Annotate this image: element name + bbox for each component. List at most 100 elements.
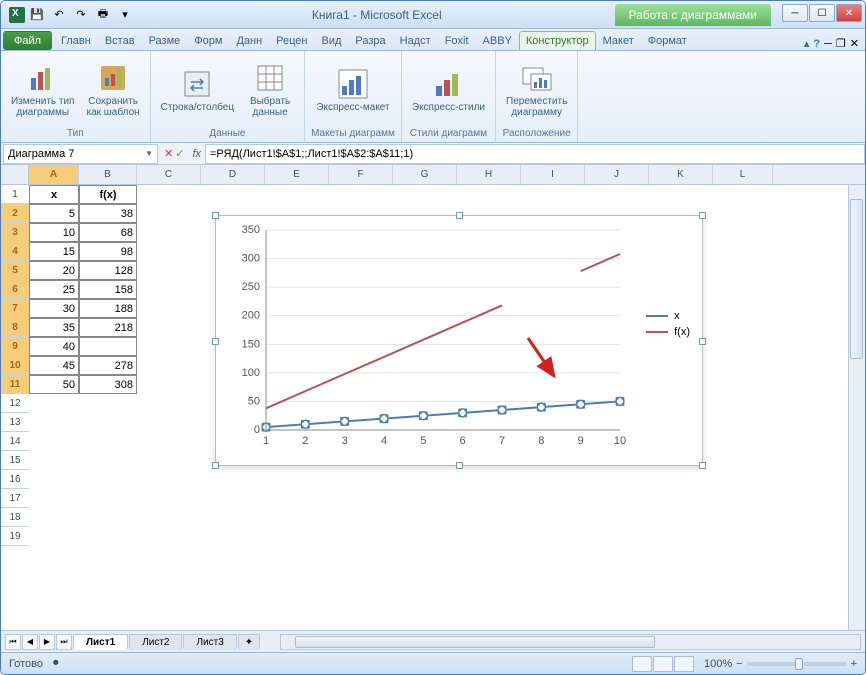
save-template-button[interactable]: Сохранить как шаблон [82,60,143,120]
vscroll-thumb[interactable] [850,199,863,359]
legend-item-x[interactable]: x [646,310,690,322]
cell-A11[interactable]: 50 [29,375,79,394]
tab-addins[interactable]: Надст [393,31,438,50]
col-header-B[interactable]: B [79,165,137,184]
sheet-nav-prev[interactable]: ◀ [22,634,38,650]
cell-A7[interactable]: 30 [29,299,79,318]
enter-icon[interactable]: ✓ [175,147,184,160]
tab-view[interactable]: Вид [315,31,349,50]
fx-icon[interactable]: fx [188,148,205,160]
tab-home[interactable]: Главн [54,31,98,50]
cell-A6[interactable]: 25 [29,280,79,299]
excel-icon[interactable] [9,7,25,23]
row-header-10[interactable]: 10 [1,356,29,375]
col-header-A[interactable]: A [29,165,79,184]
close-button[interactable]: ✕ [836,4,862,22]
tab-data[interactable]: Данн [229,31,269,50]
qat-dropdown-icon[interactable]: ▾ [115,5,135,25]
sheet-nav-last[interactable]: ⏭ [56,634,72,650]
cell-B4[interactable]: 98 [79,242,137,261]
cell-A10[interactable]: 45 [29,356,79,375]
tab-abbyy[interactable]: ABBY [476,31,519,50]
row-header-12[interactable]: 12 [1,394,29,413]
chart-object[interactable]: 05010015020025030035012345678910 x f(x) [215,215,703,466]
minimize-ribbon-icon[interactable]: ▴ [804,37,810,50]
row-header-19[interactable]: 19 [1,527,29,546]
cell-A2[interactable]: 5 [29,204,79,223]
sheet-nav-first[interactable]: ⏮ [5,634,21,650]
switch-row-col-button[interactable]: Строка/столбец [157,66,238,115]
row-header-7[interactable]: 7 [1,299,29,318]
doc-restore-icon[interactable]: ❐ [836,37,846,50]
cell-B7[interactable]: 188 [79,299,137,318]
cell-B9[interactable] [79,337,137,356]
tab-insert[interactable]: Встав [98,31,142,50]
cell-B2[interactable]: 38 [79,204,137,223]
col-header-G[interactable]: G [393,165,457,184]
doc-minimize-icon[interactable]: ─ [824,38,832,50]
cell-A9[interactable]: 40 [29,337,79,356]
col-header-E[interactable]: E [265,165,329,184]
chart-legend[interactable]: x f(x) [646,306,690,342]
col-header-J[interactable]: J [585,165,649,184]
tab-file[interactable]: Файл [3,31,52,50]
cell-A4[interactable]: 15 [29,242,79,261]
express-styles-button[interactable]: Экспресс-стили [408,66,489,115]
redo-icon[interactable]: ↷ [71,5,91,25]
cell-B8[interactable]: 218 [79,318,137,337]
row-header-11[interactable]: 11 [1,375,29,394]
zoom-slider[interactable] [747,662,847,666]
cell-B10[interactable]: 278 [79,356,137,375]
select-data-button[interactable]: Выбрать данные [242,60,298,120]
row-header-4[interactable]: 4 [1,242,29,261]
row-header-1[interactable]: 1 [1,185,29,204]
col-header-H[interactable]: H [457,165,521,184]
zoom-out-button[interactable]: − [736,658,742,670]
view-page-break-button[interactable] [674,656,694,672]
horizontal-scrollbar[interactable] [280,634,861,650]
col-header-F[interactable]: F [329,165,393,184]
save-icon[interactable]: 💾 [27,5,47,25]
view-page-layout-button[interactable] [653,656,673,672]
new-sheet-button[interactable]: ✦ [238,634,260,650]
formula-input[interactable]: =РЯД(Лист1!$A$1;;Лист1!$A$2:$A$11;1) [205,144,865,164]
row-header-2[interactable]: 2 [1,204,29,223]
col-header-D[interactable]: D [201,165,265,184]
row-header-3[interactable]: 3 [1,223,29,242]
minimize-button[interactable]: ─ [782,4,808,22]
sheet-tab-3[interactable]: Лист3 [183,634,236,650]
cell-B3[interactable]: 68 [79,223,137,242]
tab-foxit[interactable]: Foxit [438,31,476,50]
cell-A5[interactable]: 20 [29,261,79,280]
row-header-14[interactable]: 14 [1,432,29,451]
row-header-15[interactable]: 15 [1,451,29,470]
legend-item-fx[interactable]: f(x) [646,326,690,338]
macro-record-icon[interactable]: ⏺ [53,657,59,670]
col-header-L[interactable]: L [713,165,773,184]
doc-close-icon[interactable]: ✕ [850,37,859,50]
move-chart-button[interactable]: Переместить диаграмму [502,60,571,120]
cell-A8[interactable]: 35 [29,318,79,337]
tab-constructor[interactable]: Конструктор [519,31,596,50]
zoom-in-button[interactable]: + [851,658,857,670]
tab-review[interactable]: Рецен [269,31,314,50]
zoom-level[interactable]: 100% [704,658,732,670]
change-chart-type-button[interactable]: Изменить тип диаграммы [7,60,78,120]
select-all-corner[interactable] [1,165,29,185]
tab-dev[interactable]: Разра [348,31,392,50]
row-header-5[interactable]: 5 [1,261,29,280]
col-header-C[interactable]: C [137,165,201,184]
maximize-button[interactable]: ☐ [809,4,835,22]
cell-B1[interactable]: f(x) [79,185,137,204]
tab-layout[interactable]: Разме [142,31,188,50]
row-header-18[interactable]: 18 [1,508,29,527]
cell-A1[interactable]: x [29,185,79,204]
help-icon[interactable]: ? [813,38,820,50]
col-header-I[interactable]: I [521,165,585,184]
name-box-input[interactable] [8,148,145,160]
sheet-tab-1[interactable]: Лист1 [73,634,128,650]
name-box[interactable]: ▼ [3,144,158,164]
hscroll-thumb[interactable] [295,636,655,648]
cell-B6[interactable]: 158 [79,280,137,299]
sheet-nav-next[interactable]: ▶ [39,634,55,650]
